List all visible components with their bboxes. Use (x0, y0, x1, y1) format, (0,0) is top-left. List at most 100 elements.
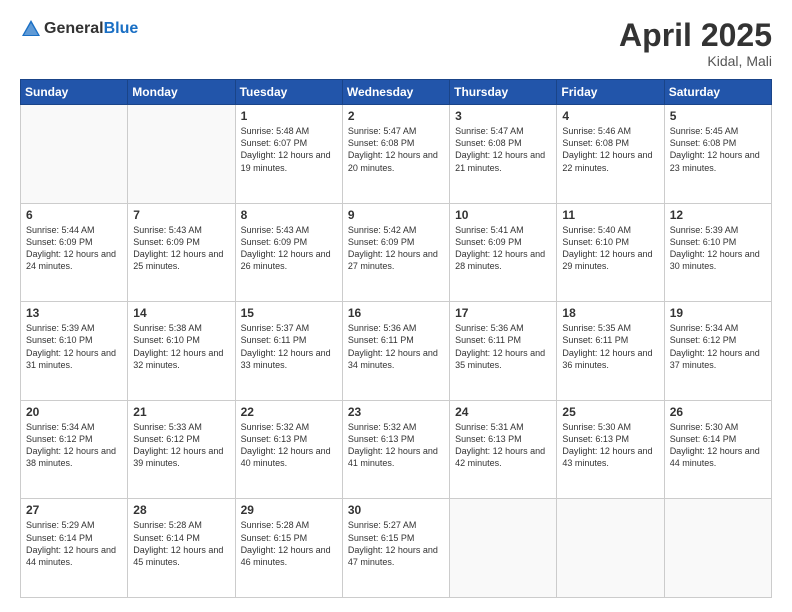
sunset: Sunset: 6:08 PM (348, 137, 444, 149)
sunset: Sunset: 6:15 PM (348, 532, 444, 544)
col-sunday: Sunday (21, 80, 128, 105)
daylight: Daylight: 12 hours and 34 minutes. (348, 347, 444, 371)
calendar-week-1: 1Sunrise: 5:48 AMSunset: 6:07 PMDaylight… (21, 105, 772, 204)
daylight: Daylight: 12 hours and 41 minutes. (348, 445, 444, 469)
day-number: 25 (562, 405, 658, 419)
col-thursday: Thursday (450, 80, 557, 105)
day-number: 24 (455, 405, 551, 419)
calendar-cell: 24 Sunrise: 5:31 AMSunset: 6:13 PMDayligh… (450, 400, 557, 499)
calendar-week-5: 27Sunrise: 5:29 AMSunset: 6:14 PMDayligh… (21, 499, 772, 598)
calendar-cell: 11Sunrise: 5:40 AMSunset: 6:10 PMDayligh… (557, 203, 664, 302)
daylight: Daylight: 12 hours and 38 minutes. (26, 445, 122, 469)
sunrise: Sunrise: 5:34 AM (670, 322, 766, 334)
sunrise: Sunrise: 5:42 AM (348, 224, 444, 236)
sunrise: Sunrise: 5:36 AM (455, 322, 551, 334)
day-info: Sunrise: 5:34 AMSunset: 6:12 PMDaylight:… (26, 421, 122, 470)
calendar-cell: 23Sunrise: 5:32 AMSunset: 6:13 PMDayligh… (342, 400, 449, 499)
col-tuesday: Tuesday (235, 80, 342, 105)
daylight: Daylight: 12 hours and 32 minutes. (133, 347, 229, 371)
header: GeneralBlue April 2025 Kidal, Mali (20, 18, 772, 69)
calendar-cell: 27Sunrise: 5:29 AMSunset: 6:14 PMDayligh… (21, 499, 128, 598)
sunrise: Sunrise: 5:28 AM (241, 519, 337, 531)
calendar-cell: 10Sunrise: 5:41 AMSunset: 6:09 PMDayligh… (450, 203, 557, 302)
calendar-week-2: 6Sunrise: 5:44 AMSunset: 6:09 PMDaylight… (21, 203, 772, 302)
col-monday: Monday (128, 80, 235, 105)
day-number: 22 (241, 405, 337, 419)
day-number: 18 (562, 306, 658, 320)
day-number: 4 (562, 109, 658, 123)
day-info: Sunrise: 5:28 AMSunset: 6:14 PMDaylight:… (133, 519, 229, 568)
calendar-cell: 13Sunrise: 5:39 AMSunset: 6:10 PMDayligh… (21, 302, 128, 401)
logo-icon (20, 18, 42, 40)
sunset: Sunset: 6:12 PM (133, 433, 229, 445)
day-number: 16 (348, 306, 444, 320)
sunrise: Sunrise: 5:47 AM (348, 125, 444, 137)
logo: GeneralBlue (20, 18, 138, 40)
logo-general: General (44, 20, 104, 37)
daylight: Daylight: 12 hours and 22 minutes. (562, 149, 658, 173)
day-info: Sunrise: 5:46 AMSunset: 6:08 PMDaylight:… (562, 125, 658, 174)
calendar-cell: 17Sunrise: 5:36 AMSunset: 6:11 PMDayligh… (450, 302, 557, 401)
day-info: Sunrise: 5:37 AMSunset: 6:11 PMDaylight:… (241, 322, 337, 371)
calendar-location: Kidal, Mali (619, 53, 772, 69)
calendar-cell: 6Sunrise: 5:44 AMSunset: 6:09 PMDaylight… (21, 203, 128, 302)
day-number: 7 (133, 208, 229, 222)
sunrise: Sunrise: 5:29 AM (26, 519, 122, 531)
daylight: Daylight: 12 hours and 20 minutes. (348, 149, 444, 173)
sunset: Sunset: 6:13 PM (241, 433, 337, 445)
sunrise: Sunrise: 5:41 AM (455, 224, 551, 236)
col-saturday: Saturday (664, 80, 771, 105)
sunrise: Sunrise: 5:44 AM (26, 224, 122, 236)
calendar-cell: 21Sunrise: 5:33 AMSunset: 6:12 PMDayligh… (128, 400, 235, 499)
sunset: Sunset: 6:10 PM (670, 236, 766, 248)
day-number: 8 (241, 208, 337, 222)
calendar-cell: 29Sunrise: 5:28 AMSunset: 6:15 PMDayligh… (235, 499, 342, 598)
calendar-cell: 20 Sunrise: 5:34 AMSunset: 6:12 PMDayligh… (21, 400, 128, 499)
day-number: 13 (26, 306, 122, 320)
day-info: Sunrise: 5:36 AMSunset: 6:11 PMDaylight:… (348, 322, 444, 371)
daylight: Daylight: 12 hours and 40 minutes. (241, 445, 337, 469)
day-number: 10 (455, 208, 551, 222)
sunset: Sunset: 6:13 PM (455, 433, 551, 445)
daylight: Daylight: 12 hours and 29 minutes. (562, 248, 658, 272)
sunset: Sunset: 6:09 PM (241, 236, 337, 248)
daylight: Daylight: 12 hours and 26 minutes. (241, 248, 337, 272)
day-number: 12 (670, 208, 766, 222)
sunrise: Sunrise: 5:34 AM (26, 421, 122, 433)
calendar-cell: 15Sunrise: 5:37 AMSunset: 6:11 PMDayligh… (235, 302, 342, 401)
sunset: Sunset: 6:11 PM (455, 334, 551, 346)
calendar-cell: 25Sunrise: 5:30 AMSunset: 6:13 PMDayligh… (557, 400, 664, 499)
day-number: 1 (241, 109, 337, 123)
sunrise: Sunrise: 5:39 AM (670, 224, 766, 236)
sunrise: Sunrise: 5:36 AM (348, 322, 444, 334)
sunrise: Sunrise: 5:28 AM (133, 519, 229, 531)
day-info: Sunrise: 5:28 AMSunset: 6:15 PMDaylight:… (241, 519, 337, 568)
day-number: 28 (133, 503, 229, 517)
day-info: Sunrise: 5:33 AMSunset: 6:12 PMDaylight:… (133, 421, 229, 470)
calendar-cell: 26Sunrise: 5:30 AMSunset: 6:14 PMDayligh… (664, 400, 771, 499)
daylight: Daylight: 12 hours and 31 minutes. (26, 347, 122, 371)
calendar-cell (21, 105, 128, 204)
logo-blue: Blue (104, 20, 139, 37)
calendar-cell: 2 Sunrise: 5:47 AMSunset: 6:08 PMDaylight… (342, 105, 449, 204)
calendar-cell: 3Sunrise: 5:47 AMSunset: 6:08 PMDaylight… (450, 105, 557, 204)
sunset: Sunset: 6:12 PM (670, 334, 766, 346)
day-info: Sunrise: 5:38 AMSunset: 6:10 PMDaylight:… (133, 322, 229, 371)
day-number: 30 (348, 503, 444, 517)
day-info: Sunrise: 5:31 AMSunset: 6:13 PMDaylight:… (455, 421, 551, 470)
daylight: Daylight: 12 hours and 30 minutes. (670, 248, 766, 272)
calendar-cell: 16 Sunrise: 5:36 AMSunset: 6:11 PMDayligh… (342, 302, 449, 401)
col-friday: Friday (557, 80, 664, 105)
calendar-cell (664, 499, 771, 598)
calendar-cell: 8Sunrise: 5:43 AMSunset: 6:09 PMDaylight… (235, 203, 342, 302)
sunset: Sunset: 6:11 PM (562, 334, 658, 346)
calendar-cell: 5Sunrise: 5:45 AMSunset: 6:08 PMDaylight… (664, 105, 771, 204)
calendar-cell: 4 Sunrise: 5:46 AMSunset: 6:08 PMDaylight… (557, 105, 664, 204)
calendar-cell: 12 Sunrise: 5:39 AMSunset: 6:10 PMDayligh… (664, 203, 771, 302)
day-number: 2 (348, 109, 444, 123)
day-number: 20 (26, 405, 122, 419)
daylight: Daylight: 12 hours and 25 minutes. (133, 248, 229, 272)
daylight: Daylight: 12 hours and 28 minutes. (455, 248, 551, 272)
daylight: Daylight: 12 hours and 42 minutes. (455, 445, 551, 469)
sunset: Sunset: 6:08 PM (455, 137, 551, 149)
